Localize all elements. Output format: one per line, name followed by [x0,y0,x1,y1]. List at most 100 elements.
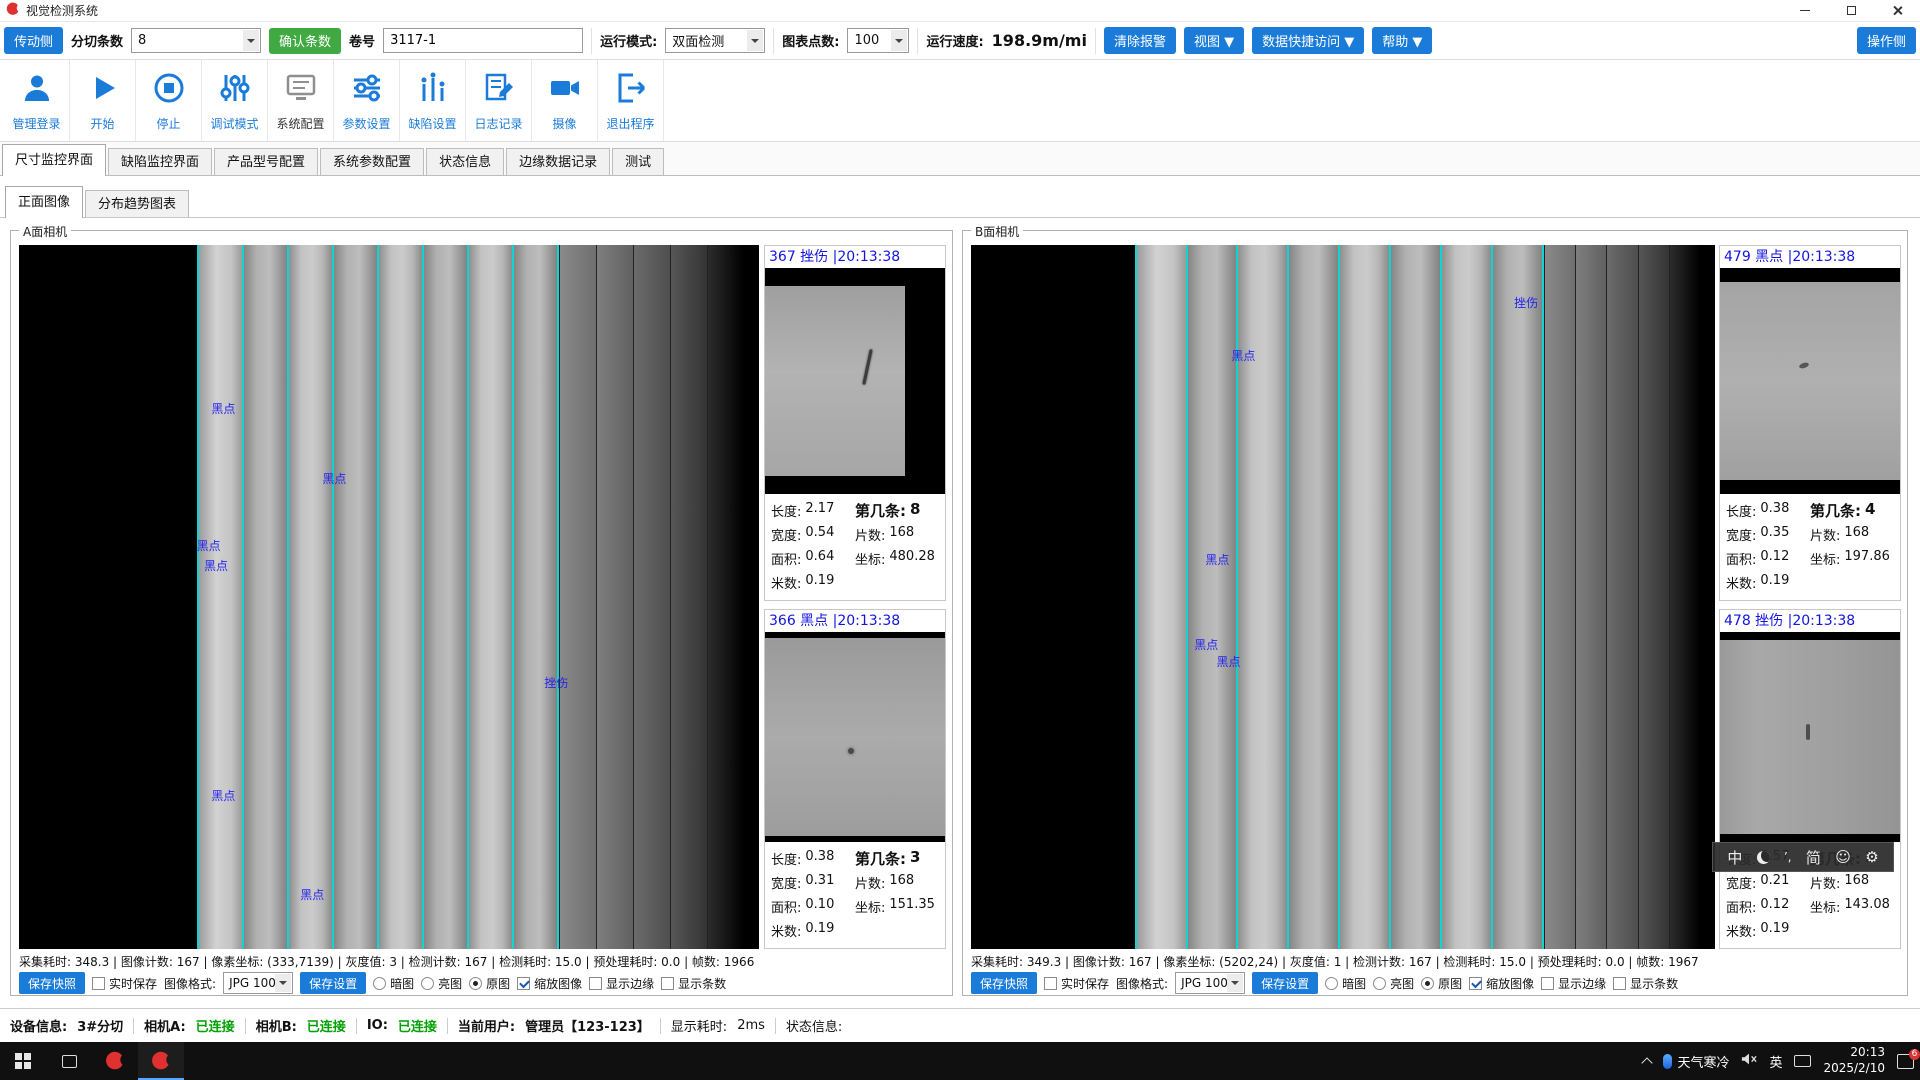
clock-date: 2025/2/10 [1823,1061,1885,1077]
taskbar-app-active[interactable] [138,1042,184,1080]
camera-a-label: 相机A: [144,1016,186,1035]
save-snapshot-button[interactable]: 保存快照 [971,972,1037,994]
show-count-checkbox[interactable]: 显示条数 [1613,975,1678,992]
tab-size-monitor[interactable]: 尺寸监控界面 [2,144,106,176]
fade-pattern [1544,245,1700,949]
view-menu-button[interactable]: 视图 ▼ [1184,27,1244,54]
moon-icon[interactable] [1757,851,1770,864]
strip-pattern [1135,245,1544,949]
ime-settings-icon[interactable]: ⚙ [1865,848,1878,866]
bright-image-radio[interactable]: 亮图 [421,975,462,992]
weather-widget[interactable]: 天气寒冷 [1663,1052,1729,1071]
defect-thumbnail [765,268,945,494]
save-settings-button[interactable]: 保存设置 [1252,972,1318,994]
sliders-vertical-icon [217,70,253,110]
action-admin-login[interactable]: 管理登录 [4,60,70,141]
tab-product-model-config[interactable]: 产品型号配置 [214,148,318,175]
tab-test[interactable]: 测试 [612,148,664,175]
device-info-value: 3#分切 [77,1016,123,1035]
run-speed-value: 198.9m/mi [992,31,1087,50]
operate-side-button[interactable]: 操作侧 [1857,27,1916,54]
bright-image-radio[interactable]: 亮图 [1373,975,1414,992]
tab-defect-monitor[interactable]: 缺陷监控界面 [108,148,212,175]
tab-front-image[interactable]: 正面图像 [5,186,83,218]
exit-icon [613,70,649,110]
save-snapshot-button[interactable]: 保存快照 [19,972,85,994]
language-indicator[interactable]: 英 [1769,1052,1782,1071]
simplified-toggle[interactable]: 简 [1806,847,1821,868]
action-defect-settings[interactable]: 缺陷设置 [400,60,466,141]
defect-mark-label: 黑点 [211,400,235,417]
show-edge-checkbox[interactable]: 显示边缘 [1541,975,1606,992]
defect-mark-label: 黑点 [300,886,324,903]
task-view-icon [62,1055,77,1068]
image-format-select[interactable]: JPG 100 [1175,972,1245,994]
black-dot-mark [848,748,854,754]
chart-points-select[interactable]: 100 [847,28,909,53]
emoji-icon[interactable]: ☺ [1835,848,1851,866]
punctuation-toggle[interactable]: ’, [1784,850,1792,864]
taskbar-app-1[interactable] [92,1042,138,1080]
action-exit-program[interactable]: 退出程序 [598,60,664,141]
checkbox-icon [1541,977,1554,990]
image-format-select[interactable]: JPG 100 [223,972,293,994]
window-controls [1782,0,1920,21]
confirm-count-button[interactable]: 确认条数 [269,28,341,54]
action-log-record[interactable]: 日志记录 [466,60,532,141]
ime-language-toggle[interactable]: 中 [1727,847,1742,868]
image-format-label: 图像格式: [164,975,216,992]
dark-image-radio[interactable]: 暗图 [1325,975,1366,992]
tab-edge-data-record[interactable]: 边缘数据记录 [506,148,610,175]
maximize-icon [1847,6,1856,15]
close-button[interactable] [1874,0,1920,21]
io-status: 已连接 [398,1016,437,1035]
tab-distribution-trend-chart[interactable]: 分布趋势图表 [85,190,189,217]
dark-image-radio[interactable]: 暗图 [373,975,414,992]
run-mode-select[interactable]: 双面检测 [665,28,765,53]
help-menu-button[interactable]: 帮助 ▼ [1372,27,1432,54]
defect-stats: 长度:2.17第几条:8 宽度:0.54片数:168 面积:0.64坐标:480… [765,494,945,600]
zoom-image-checkbox[interactable]: 缩放图像 [1469,975,1534,992]
maximize-button[interactable] [1828,0,1874,21]
user-icon [19,70,55,110]
volume-muted-icon[interactable] [1741,1052,1757,1070]
action-camera[interactable]: 摄像 [532,60,598,141]
action-stop[interactable]: 停止 [136,60,202,141]
action-start[interactable]: 开始 [70,60,136,141]
zoom-image-checkbox[interactable]: 缩放图像 [517,975,582,992]
save-settings-button[interactable]: 保存设置 [300,972,366,994]
action-system-config[interactable]: 系统配置 [268,60,334,141]
current-user-value: 管理员【123-123】 [525,1016,650,1035]
drive-side-button[interactable]: 传动侧 [4,27,63,54]
action-debug-mode[interactable]: 调试模式 [202,60,268,141]
show-edge-checkbox[interactable]: 显示边缘 [589,975,654,992]
tab-status-info[interactable]: 状态信息 [426,148,504,175]
minimize-button[interactable] [1782,0,1828,21]
camera-a-controls: 保存快照 实时保存 图像格式: JPG 100 保存设置 暗图 亮图 原图 缩放… [19,971,726,995]
tab-system-param-config[interactable]: 系统参数配置 [320,148,424,175]
start-button[interactable] [0,1042,46,1080]
clear-alarm-button[interactable]: 清除报警 [1104,27,1176,54]
show-count-checkbox[interactable]: 显示条数 [661,975,726,992]
task-view-button[interactable] [46,1042,92,1080]
roll-number-input[interactable] [383,28,583,53]
defect-mark-label: 黑点 [322,470,346,487]
original-image-radio[interactable]: 原图 [469,975,510,992]
defect-mark-label: 黑点 [197,537,221,554]
tray-expand-icon[interactable] [1642,1057,1653,1068]
touch-keyboard-icon[interactable] [1794,1055,1811,1067]
defect-mark-label: 黑点 [211,787,235,804]
realtime-save-checkbox[interactable]: 实时保存 [1044,975,1109,992]
chevron-down-icon [243,30,259,51]
original-image-radio[interactable]: 原图 [1421,975,1462,992]
data-quick-access-button[interactable]: 数据快捷访问 ▼ [1252,27,1364,54]
notification-icon[interactable]: 6 [1897,1054,1914,1069]
defect-card: 478 挫伤 |20:13:38 长度:0.57第几条:3 宽度:0.21片数:… [1719,609,1901,949]
action-param-settings[interactable]: 参数设置 [334,60,400,141]
sub-tab-bar: 正面图像 分布趋势图表 [0,176,1920,218]
panel-camera-a: A面相机 黑点 黑点 黑点 黑点 挫伤 黑点 黑点 367 挫伤 |20:13:… [10,230,953,996]
taskbar-clock[interactable]: 20:13 2025/2/10 [1823,1045,1885,1076]
realtime-save-checkbox[interactable]: 实时保存 [92,975,157,992]
slice-count-select[interactable]: 8 [131,28,261,53]
app-icon [105,1051,125,1071]
